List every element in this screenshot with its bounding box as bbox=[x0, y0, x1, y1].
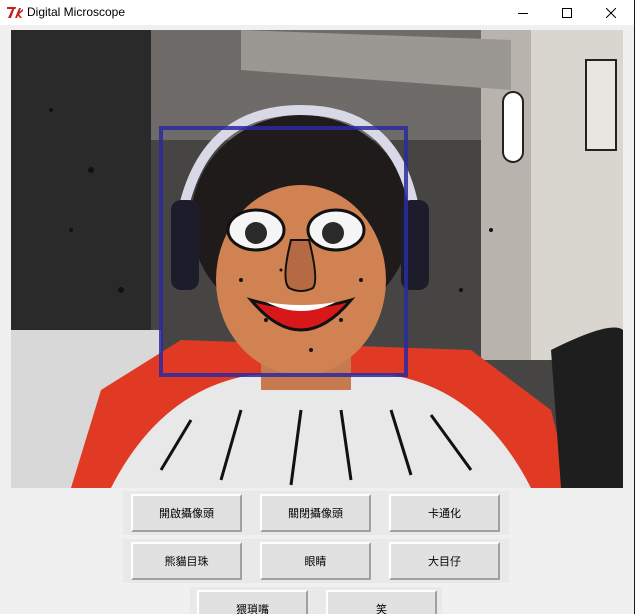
title-bar[interactable]: Digital Microscope bbox=[0, 0, 634, 25]
minimize-button[interactable] bbox=[501, 0, 545, 25]
camera-feed bbox=[11, 30, 623, 488]
close-camera-button[interactable]: 關閉攝像頭 bbox=[260, 494, 371, 532]
eyes-button[interactable]: 眼睛 bbox=[260, 542, 371, 580]
panda-eyes-button[interactable]: 熊貓目珠 bbox=[131, 542, 242, 580]
minimize-icon bbox=[518, 3, 528, 22]
maximize-button[interactable] bbox=[545, 0, 589, 25]
wretched-mouth-button[interactable]: 猥瑣嘴 bbox=[197, 590, 308, 614]
maximize-icon bbox=[562, 3, 572, 22]
open-camera-button[interactable]: 開啟攝像頭 bbox=[131, 494, 242, 532]
close-icon bbox=[605, 3, 617, 22]
big-eyes-button[interactable]: 大目仔 bbox=[389, 542, 500, 580]
tk-feather-icon bbox=[6, 4, 24, 20]
cartoonize-button[interactable]: 卡通化 bbox=[389, 494, 500, 532]
app-window: Digital Microscope 開啟攝像頭 關閉攝像頭 卡通化 熊貓目珠 … bbox=[0, 0, 635, 614]
window-title: Digital Microscope bbox=[27, 5, 126, 19]
smile-button[interactable]: 笑 bbox=[326, 590, 437, 614]
close-button[interactable] bbox=[589, 0, 633, 25]
